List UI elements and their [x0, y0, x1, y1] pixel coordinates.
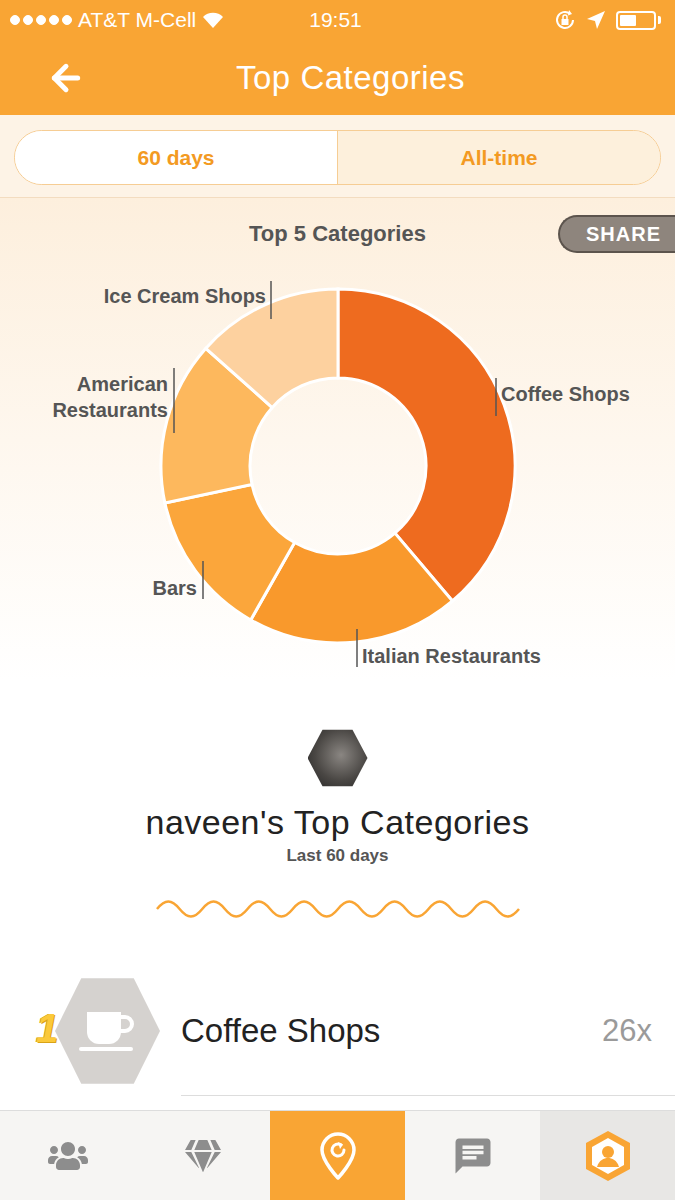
wave-divider: [155, 897, 521, 921]
label-tick: [356, 629, 358, 667]
signal-dot: [62, 15, 72, 25]
check-in-icon: [314, 1130, 362, 1182]
profile-icon: [583, 1129, 633, 1183]
range-section: 60 daysAll-time: [0, 115, 675, 198]
check-in-tab[interactable]: [270, 1111, 405, 1200]
category-count: 26x: [602, 1013, 652, 1049]
battery-fill: [620, 15, 636, 26]
category-icon-wrap: 1: [36, 966, 181, 1096]
back-button[interactable]: [46, 58, 86, 98]
slice-label: Ice Cream Shops: [104, 281, 271, 319]
slice-label: Italian Restaurants: [357, 629, 541, 667]
range-tabs: 60 daysAll-time: [14, 130, 661, 185]
chart-slice: [165, 484, 295, 620]
tab-bar: [0, 1110, 675, 1200]
slice-label: AmericanRestaurants: [52, 368, 174, 433]
slice-label: Bars: [153, 561, 203, 599]
chart-title: Top 5 Categories: [249, 221, 426, 247]
carrier-name: AT&T M-Cell: [78, 8, 196, 32]
diamond-icon: [185, 1138, 221, 1174]
battery-icon: [616, 11, 656, 30]
avatar-photo: [308, 728, 368, 788]
slice-label-text: AmericanRestaurants: [52, 373, 168, 421]
chart-section: Top 5 Categories SHARE Coffee Shops Italian…: [0, 198, 675, 681]
battery-tip: [658, 16, 661, 24]
profile-tab[interactable]: [540, 1111, 675, 1200]
coffee-cup-icon: [77, 1006, 139, 1056]
profile-heading: naveen's Top Categories: [145, 802, 529, 842]
label-tick: [202, 561, 204, 599]
location-arrow-icon: [586, 10, 606, 30]
status-bar: AT&T M-Cell 19:51: [0, 0, 675, 40]
profile-subtitle: Last 60 days: [286, 846, 388, 866]
wifi-icon: [202, 11, 224, 29]
rank-badge: 1: [36, 1006, 58, 1051]
slice-label-text: Italian Restaurants: [362, 645, 541, 667]
stickers-tab[interactable]: [135, 1111, 270, 1200]
donut-chart: Coffee Shops Italian Restaurants Bars Ameri…: [0, 270, 675, 681]
profile-section: naveen's Top Categories Last 60 days: [0, 681, 675, 921]
category-hexagon: [55, 975, 160, 1087]
chart-header: Top 5 Categories SHARE: [0, 198, 675, 270]
category-row[interactable]: 1 Coffee Shops 26x: [0, 966, 675, 1096]
category-name: Coffee Shops: [181, 1012, 380, 1050]
category-list: 1 Coffee Shops 26x: [0, 966, 675, 1096]
signal-dot: [36, 15, 46, 25]
signal-dot: [23, 15, 33, 25]
signal-strength: [10, 15, 72, 25]
label-tick: [495, 378, 497, 416]
slice-label: Coffee Shops: [496, 378, 630, 416]
range-tab[interactable]: 60 days: [15, 131, 337, 184]
app-screen: AT&T M-Cell 19:51 Top Categories 60 daysAll…: [0, 0, 675, 1200]
range-tab[interactable]: All-time: [337, 131, 660, 184]
slice-label-text: Bars: [153, 577, 197, 599]
label-tick: [270, 281, 272, 319]
rotation-lock-icon: [554, 9, 576, 31]
category-row-body: Coffee Shops 26x: [181, 966, 675, 1096]
back-arrow-icon: [46, 58, 86, 98]
chat-icon: [452, 1135, 494, 1177]
nav-bar: Top Categories: [0, 40, 675, 115]
messages-tab[interactable]: [405, 1111, 540, 1200]
signal-dot: [10, 15, 20, 25]
slice-label-text: Ice Cream Shops: [104, 285, 266, 307]
signal-dot: [49, 15, 59, 25]
nav-title: Top Categories: [236, 59, 465, 97]
spacer: [0, 1096, 675, 1110]
friends-tab[interactable]: [0, 1111, 135, 1200]
label-tick: [173, 368, 175, 433]
friends-icon: [48, 1136, 88, 1176]
clock: 19:51: [309, 8, 362, 32]
slice-label-text: Coffee Shops: [501, 383, 630, 405]
carrier-info: AT&T M-Cell: [10, 8, 309, 32]
status-icons: [362, 9, 661, 31]
share-button[interactable]: SHARE: [558, 215, 675, 253]
